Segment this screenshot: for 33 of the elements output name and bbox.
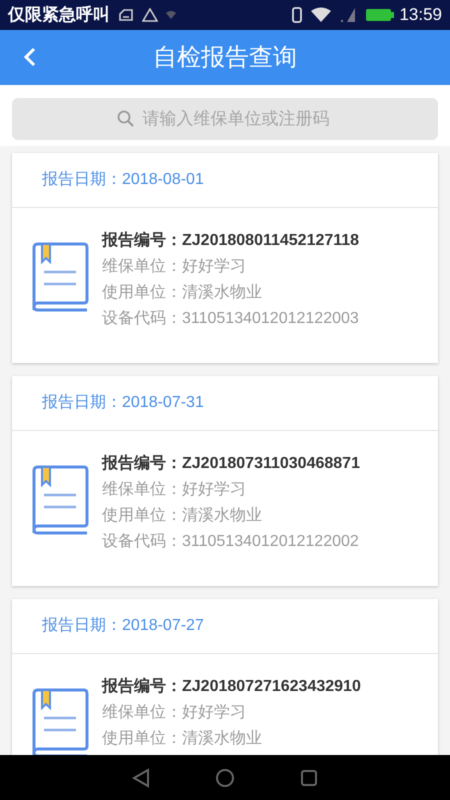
back-icon[interactable] bbox=[132, 768, 150, 788]
report-field: 设备代码：31105134012012122003 bbox=[102, 306, 360, 332]
report-card[interactable]: 报告日期：2018-08-01 报告编号：ZJ201808011452127118 维保单位：好好学习 使用单位：清溪水物业 设备代码：31105134012012122003 bbox=[12, 153, 438, 363]
report-number: 报告编号：ZJ201808011452127118 bbox=[102, 230, 360, 251]
report-number: 报告编号：ZJ201807311030468871 bbox=[102, 453, 360, 474]
report-date: 报告日期：2018-07-27 bbox=[42, 616, 204, 636]
clock-text: 13:59 bbox=[399, 4, 442, 26]
signal-icon bbox=[339, 7, 358, 23]
battery-icon bbox=[365, 7, 396, 23]
search-icon bbox=[117, 110, 135, 128]
report-field: 维保单位：好好学习 bbox=[102, 477, 360, 503]
report-field: 使用单位：清溪水物业 bbox=[102, 726, 361, 752]
report-field: 维保单位：好好学习 bbox=[102, 254, 360, 280]
report-field: 维保单位：好好学习 bbox=[102, 700, 361, 726]
report-field: 使用单位：清溪水物业 bbox=[102, 503, 360, 529]
back-icon bbox=[24, 47, 36, 67]
report-date: 报告日期：2018-08-01 bbox=[42, 170, 204, 190]
report-field: 设备代码：31105134012012122002 bbox=[102, 529, 360, 555]
home-icon[interactable] bbox=[214, 768, 235, 788]
carrier-text: 仅限紧急呼叫 bbox=[8, 4, 110, 26]
vibrate-icon bbox=[291, 7, 304, 23]
report-card[interactable]: 报告日期：2018-07-31 报告编号：ZJ201807311030468871 维保单位：好好学习 使用单位：清溪水物业 设备代码：31105134012012122002 bbox=[12, 376, 438, 586]
search-field[interactable]: 请输入维保单位或注册码 bbox=[12, 98, 438, 140]
report-card[interactable]: 报告日期：2018-07-27 报告编号：ZJ201807271623432910 维保单位：好好学习 使用单位：清溪水物业 bbox=[12, 599, 438, 755]
warning-icon bbox=[142, 8, 158, 22]
book-icon bbox=[30, 686, 90, 755]
report-date: 报告日期：2018-07-31 bbox=[42, 392, 204, 413]
wifi-icon bbox=[311, 7, 332, 23]
report-field: 使用单位：清溪水物业 bbox=[102, 280, 360, 306]
report-number: 报告编号：ZJ201807271623432910 bbox=[102, 676, 361, 697]
wifi-icon bbox=[166, 10, 176, 20]
page-title: 自检报告查询 bbox=[153, 42, 297, 72]
recents-icon[interactable] bbox=[300, 768, 318, 786]
